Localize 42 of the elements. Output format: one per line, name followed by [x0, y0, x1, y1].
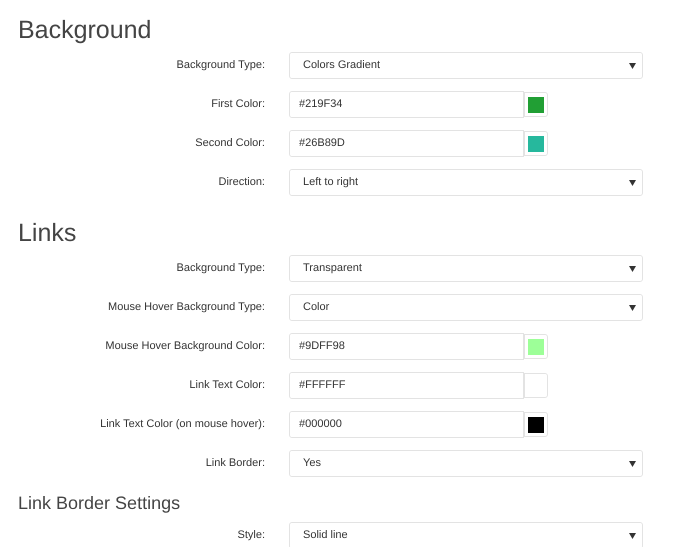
field-label: Mouse Hover Background Type:: [107, 300, 265, 316]
dropdown[interactable]: Transparent: [289, 255, 643, 282]
caret-icon: [629, 180, 636, 186]
caret-icon: [629, 62, 636, 68]
field-label: Second Color:: [194, 136, 265, 152]
section-heading: Background: [17, 15, 152, 46]
dropdown[interactable]: Solid line: [289, 522, 643, 547]
dropdown-value: Transparent: [303, 261, 362, 276]
color-swatch[interactable]: [524, 373, 548, 398]
color-input[interactable]: #219F34: [289, 91, 524, 118]
field-label: Link Text Color (on mouse hover):: [99, 417, 265, 432]
field-label: Background Type:: [176, 58, 265, 74]
section-heading: Links: [17, 218, 78, 249]
color-input[interactable]: #26B89D: [289, 130, 524, 157]
color-input[interactable]: #FFFFFF: [289, 372, 524, 399]
dropdown[interactable]: Left to right: [289, 169, 643, 196]
color-input[interactable]: #9DFF98: [289, 333, 524, 360]
dropdown[interactable]: Color: [289, 294, 643, 321]
field-label: Link Text Color:: [188, 378, 265, 394]
dropdown[interactable]: Yes: [289, 450, 643, 477]
dropdown[interactable]: Colors Gradient: [289, 52, 643, 79]
field-label: Mouse Hover Background Color:: [104, 339, 265, 354]
caret-icon: [629, 460, 636, 466]
caret-icon: [629, 304, 636, 310]
dropdown-value: Left to right: [303, 175, 358, 190]
field-label: Direction:: [218, 175, 265, 190]
color-swatch[interactable]: [524, 334, 548, 359]
caret-icon: [629, 266, 636, 272]
subsection-heading: Link Border Settings: [17, 492, 182, 515]
caret-icon: [629, 532, 636, 538]
color-swatch[interactable]: [524, 131, 548, 156]
dropdown-value: Yes: [303, 456, 321, 472]
dropdown-value: Color: [303, 300, 330, 316]
dropdown-value: Solid line: [303, 528, 348, 544]
field-label: Link Border:: [204, 456, 265, 472]
dropdown-value: Colors Gradient: [303, 58, 380, 74]
field-label: Style:: [236, 528, 265, 544]
field-label: First Color:: [210, 97, 265, 112]
field-label: Background Type:: [176, 261, 265, 276]
color-swatch[interactable]: [524, 412, 548, 437]
color-input[interactable]: #000000: [289, 411, 524, 438]
color-swatch[interactable]: [524, 92, 548, 117]
